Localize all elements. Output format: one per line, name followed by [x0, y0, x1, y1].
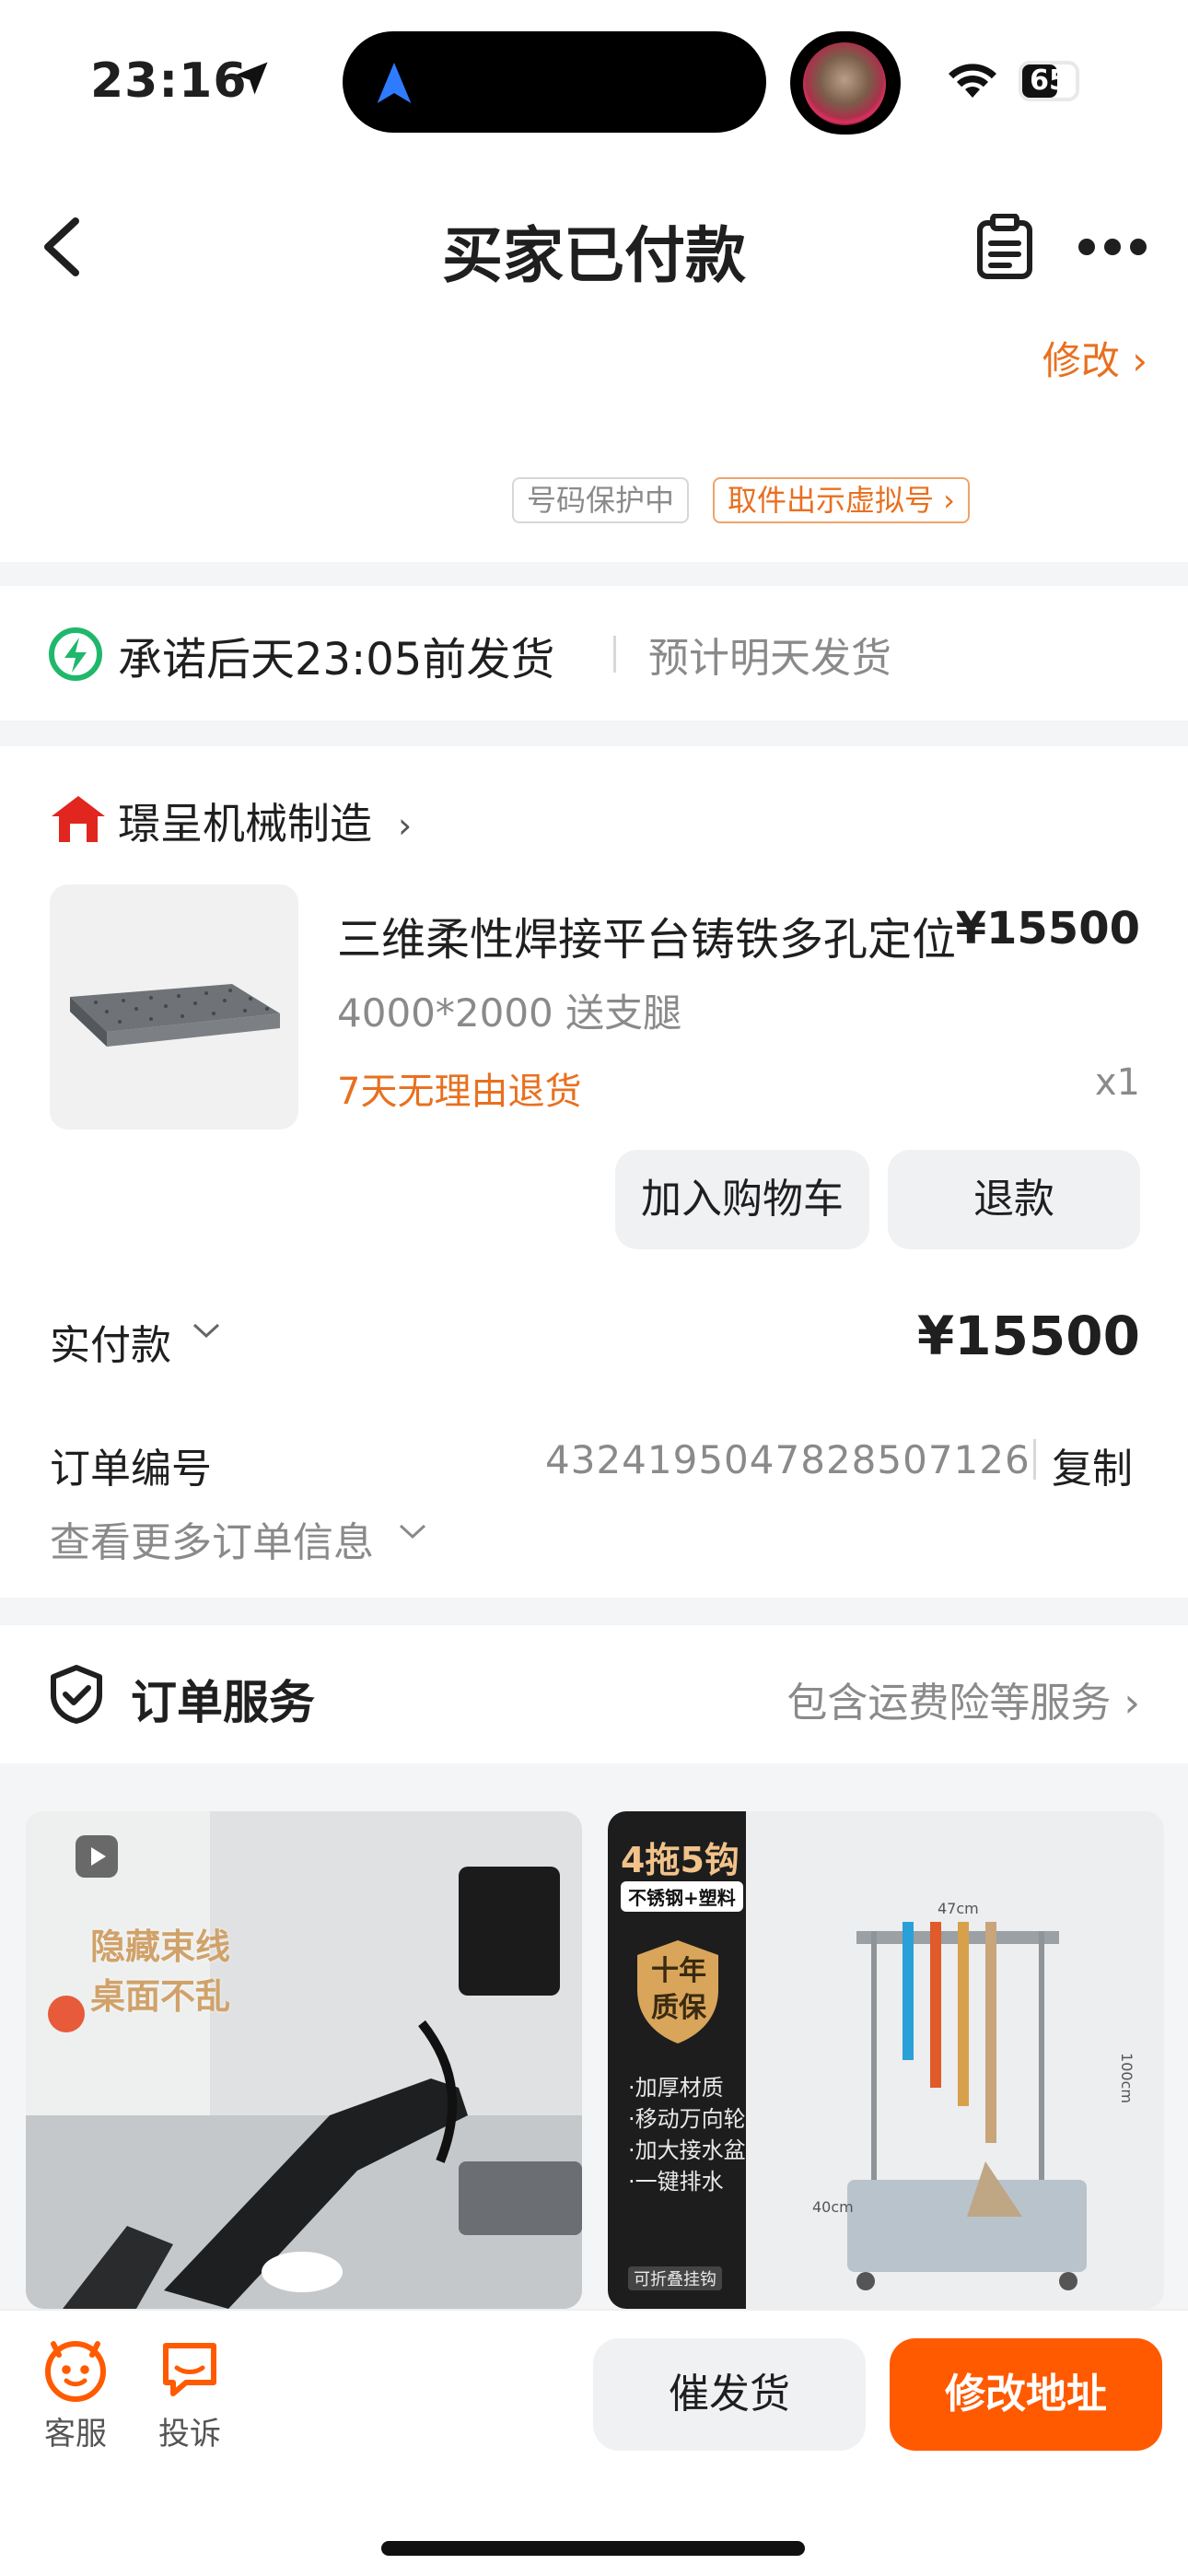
shop-name[interactable]: 璟呈机械制造: [118, 790, 372, 851]
order-number-value: 4324195047828507126: [545, 1437, 1031, 1482]
order-number-label: 订单编号: [50, 1446, 212, 1493]
change-address-button[interactable]: 修改地址: [890, 2338, 1162, 2451]
shop-icon: [52, 796, 105, 842]
feature-item: ·移动万向轮: [628, 2106, 746, 2132]
wifi-icon: [949, 64, 996, 98]
complaint-icon[interactable]: [157, 2336, 223, 2403]
status-time: 23:16: [90, 53, 248, 109]
shipping-promise-text: 承诺后天23:05前发货: [118, 634, 555, 685]
home-indicator[interactable]: [381, 2541, 805, 2556]
chevron-down-icon[interactable]: [398, 1522, 427, 1540]
edit-address-link[interactable]: 修改 ›: [1042, 330, 1147, 386]
battery-level: 65: [1030, 64, 1068, 97]
shipping-estimate-text: 预计明天发货: [648, 635, 891, 682]
status-bar: 23:16 65: [0, 0, 1188, 166]
card-caption: 隐藏束线 桌面不乱: [90, 1922, 230, 2021]
dimension-label: 40cm: [812, 2198, 854, 2216]
warranty-badge-text: 十年 质保: [646, 1953, 711, 2027]
divider: [613, 636, 616, 673]
product-spec: 4000*2000 送支腿: [337, 990, 682, 1036]
complaint-label[interactable]: 投诉: [158, 2408, 221, 2453]
more-icon[interactable]: [1077, 236, 1147, 258]
more-order-info-link[interactable]: 查看更多订单信息: [50, 1509, 374, 1568]
copy-order-number-button[interactable]: 复制: [1052, 1435, 1133, 1494]
material-tag: 不锈钢+塑料: [621, 1881, 743, 1912]
navigation-icon: [377, 63, 412, 103]
order-detail-page: 23:16 65 买家已付款 修改 › 号码保护中 取件出示虚拟号 › 承诺后天…: [0, 0, 1188, 2576]
return-policy-badge: 7天无理由退货: [337, 1071, 582, 1113]
lightning-icon: [49, 627, 102, 681]
dimension-label: 100cm: [1117, 2053, 1136, 2103]
feature-item: ·加大接水盆: [628, 2137, 746, 2163]
fold-hook-tag: 可折叠挂钩: [628, 2266, 722, 2290]
product-price: ¥15500: [955, 903, 1140, 954]
number-protection-badge: 号码保护中: [512, 477, 690, 523]
refund-button[interactable]: 退款: [888, 1150, 1140, 1249]
location-arrow-icon: [235, 62, 268, 95]
product-image[interactable]: [50, 884, 298, 1130]
card-caption-line: 桌面不乱: [90, 1976, 231, 2017]
urge-shipping-button[interactable]: 催发货: [593, 2338, 866, 2451]
video-play-icon: [76, 1835, 118, 1878]
paid-amount-label[interactable]: 实付款: [50, 1312, 171, 1371]
recommendation-card[interactable]: 4拖5钩 不锈钢+塑料 十年 质保 ·加厚材质 ·移动万向轮 ·加大接水盆 ·一…: [608, 1811, 1164, 2309]
warranty-line: 十年: [651, 1955, 706, 1987]
customer-service-icon[interactable]: [42, 2336, 109, 2403]
shield-check-icon: [51, 1665, 102, 1724]
battery-icon: 65: [1019, 61, 1079, 101]
dimension-label: 47cm: [938, 1900, 979, 1917]
clipboard-icon[interactable]: [976, 214, 1033, 280]
chevron-right-icon[interactable]: ›: [398, 805, 412, 846]
now-playing-avatar: [790, 31, 901, 135]
chevron-down-icon[interactable]: [192, 1321, 221, 1340]
banner-headline: 4拖5钩: [621, 1840, 740, 1880]
warranty-line: 质保: [651, 1992, 706, 2024]
add-to-cart-button[interactable]: 加入购物车: [615, 1150, 869, 1249]
virtual-number-button[interactable]: 取件出示虚拟号 ›: [713, 477, 970, 523]
divider: [1033, 1439, 1036, 1480]
product-title[interactable]: 三维柔性焊接平台铸铁多孔定位: [337, 903, 956, 967]
product-banner: 4拖5钩 不锈钢+塑料 十年 质保 ·加厚材质 ·移动万向轮 ·加大接水盆 ·一…: [608, 1811, 746, 2309]
order-service-link[interactable]: 包含运费险等服务 ›: [786, 1669, 1140, 1728]
customer-service-label[interactable]: 客服: [44, 2408, 107, 2453]
paid-amount-value: ¥15500: [916, 1305, 1140, 1367]
feature-item: ·一键排水: [628, 2169, 724, 2195]
recommendation-card[interactable]: 隐藏束线 桌面不乱: [26, 1811, 582, 2309]
product-quantity: x1: [1094, 1061, 1140, 1104]
order-service-title: 订单服务: [131, 1676, 315, 1729]
address-section[interactable]: [0, 322, 1188, 855]
feature-item: ·加厚材质: [628, 2075, 724, 2101]
card-caption-line: 隐藏束线: [90, 1926, 231, 1967]
